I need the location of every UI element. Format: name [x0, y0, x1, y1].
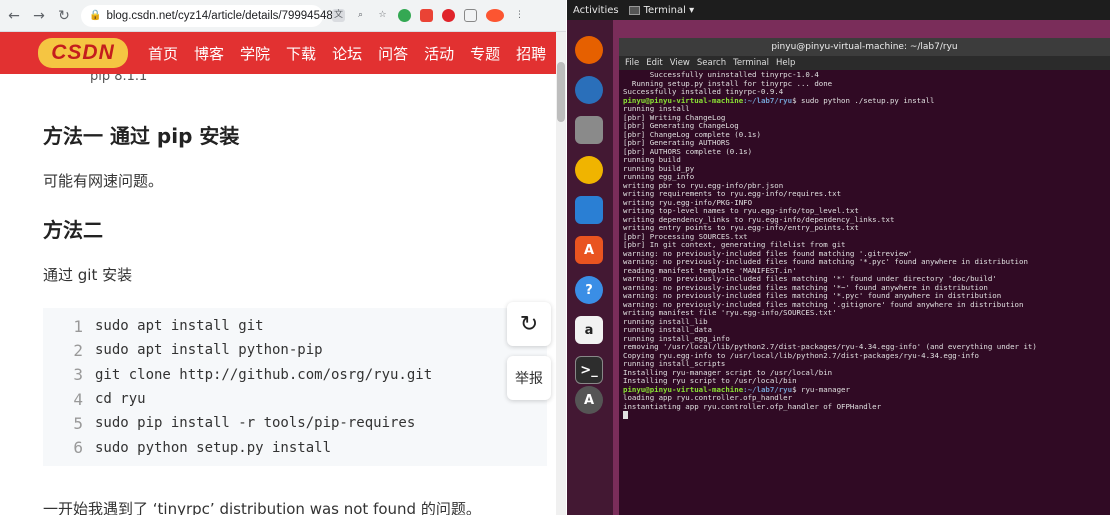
- report-button[interactable]: 举报: [507, 356, 551, 400]
- line-text: instantiating app ryu.controller.ofp_han…: [623, 401, 882, 411]
- thunderbird-icon[interactable]: [575, 76, 603, 104]
- terminal-icon[interactable]: >_: [575, 356, 603, 384]
- files-icon[interactable]: [575, 116, 603, 144]
- terminal-cursor: [623, 411, 628, 419]
- ubuntu-dock: A ? a >_ A: [567, 20, 613, 515]
- terminal-line: running build: [623, 155, 1107, 165]
- page-scrollbar[interactable]: [556, 32, 566, 515]
- line-number: 3: [73, 365, 83, 385]
- amazon-icon[interactable]: a: [575, 316, 603, 344]
- code-text: sudo apt install git: [95, 318, 264, 335]
- firefox-icon[interactable]: [575, 36, 603, 64]
- back-icon[interactable]: ←: [6, 8, 22, 24]
- line-number: 2: [73, 340, 83, 360]
- updater-icon[interactable]: A: [575, 386, 603, 414]
- ubuntu-desktop: Activities Terminal ▾ A ? a >_ A pinyu@p…: [567, 0, 1110, 515]
- refresh-float-button[interactable]: ↻: [507, 302, 551, 346]
- line-text: $ ryu-manager: [792, 384, 850, 394]
- code-text: sudo apt install python-pip: [95, 342, 323, 359]
- terminal-line: running build_py: [623, 164, 1107, 174]
- terminal-prompt-line: pinyu@pinyu-virtual-machine:~/lab7/ryu$ …: [623, 95, 1107, 106]
- app-menu-label: Terminal ▾: [643, 4, 695, 16]
- line-number: 1: [73, 316, 83, 336]
- nav-item[interactable]: 博客: [194, 43, 224, 64]
- menu-view[interactable]: View: [670, 58, 690, 68]
- code-line: 4 cd ryu: [43, 387, 547, 411]
- terminal-small-icon: [628, 5, 640, 15]
- code-text: sudo pip install -r tools/pip-requires: [95, 415, 416, 432]
- zoom-icon[interactable]: ⌕: [354, 9, 367, 22]
- translate-icon[interactable]: 文: [332, 9, 345, 22]
- nav-item[interactable]: 下载: [286, 43, 316, 64]
- line-text: $ sudo python ./setup.py install: [792, 95, 935, 105]
- heading-method-1: 方法一 通过 pip 安装: [43, 124, 240, 148]
- nav-item[interactable]: 学院: [240, 43, 270, 64]
- nav-item[interactable]: 专题: [470, 43, 500, 64]
- app-menu[interactable]: Terminal ▾: [628, 4, 695, 16]
- forward-icon[interactable]: →: [31, 8, 47, 24]
- menu-search[interactable]: Search: [697, 58, 726, 68]
- paragraph: 通过 git 安装: [43, 266, 133, 284]
- terminal-line: [pbr] AUTHORS complete (0.1s): [623, 147, 1107, 157]
- menu-file[interactable]: File: [625, 58, 639, 68]
- terminal-title: pinyu@pinyu-virtual-machine: ~/lab7/ryu: [619, 38, 1110, 56]
- extension-toolbar: 文 ⌕ ☆ ⋮: [332, 9, 526, 22]
- code-line: 2 sudo apt install python-pip: [43, 338, 547, 362]
- prompt-path: :~/lab7/ryu: [743, 95, 793, 105]
- more-menu-icon[interactable]: ⋮: [513, 9, 526, 22]
- extension-csdn-icon[interactable]: [486, 9, 504, 22]
- help-icon[interactable]: ?: [575, 276, 603, 304]
- terminal-line: instantiating app ryu.controller.ofp_han…: [623, 401, 1107, 412]
- csdn-header: CSDN 首页 博客 学院 下载 论坛 问答 活动 专题 招聘: [0, 32, 566, 74]
- reload-icon[interactable]: ↻: [56, 8, 72, 24]
- line-number: 6: [73, 438, 83, 458]
- writer-icon[interactable]: [575, 196, 603, 224]
- menu-edit[interactable]: Edit: [646, 58, 662, 68]
- extension-opera-icon[interactable]: [442, 9, 455, 22]
- code-line: 6 sudo python setup.py install: [43, 435, 547, 459]
- article-body: pip 8.1.1 方法一 通过 pip 安装 可能有网速问题。 方法二 通过 …: [0, 74, 556, 515]
- code-block: 1 sudo apt install git 2 sudo apt install …: [43, 308, 547, 466]
- paragraph: 可能有网速问题。: [43, 172, 164, 190]
- extension-red-icon[interactable]: [420, 9, 433, 22]
- line-number: 5: [73, 413, 83, 433]
- lock-icon: 🔒: [89, 10, 102, 21]
- bookmark-star-icon[interactable]: ☆: [376, 9, 389, 22]
- code-line: 1 sudo apt install git: [43, 314, 547, 338]
- url-text: blog.csdn.net/cyz14/article/details/7999…: [106, 9, 333, 22]
- terminal-menubar: File Edit View Search Terminal Help: [619, 56, 1110, 70]
- browser-window: ← → ↻ 🔒 blog.csdn.net/cyz14/article/deta…: [0, 0, 566, 515]
- address-bar-row: ← → ↻ 🔒 blog.csdn.net/cyz14/article/deta…: [0, 0, 566, 32]
- paragraph: 一开始我遇到了 ‘tinyrpc’ distribution was not f…: [43, 500, 481, 515]
- extension-drive-icon[interactable]: [464, 9, 477, 22]
- scrollbar-thumb[interactable]: [557, 62, 565, 122]
- code-text: sudo python setup.py install: [95, 439, 332, 456]
- url-field[interactable]: 🔒 blog.csdn.net/cyz14/article/details/79…: [81, 4, 333, 27]
- csdn-nav: 首页 博客 学院 下载 论坛 问答 活动 专题 招聘: [148, 43, 546, 64]
- heading-method-2: 方法二: [43, 218, 103, 242]
- terminal-window[interactable]: pinyu@pinyu-virtual-machine: ~/lab7/ryu …: [619, 38, 1110, 515]
- nav-item[interactable]: 问答: [378, 43, 408, 64]
- cursor-line: [623, 411, 1107, 420]
- code-text: cd ryu: [95, 391, 146, 408]
- nav-item[interactable]: 论坛: [332, 43, 362, 64]
- code-text: git clone http://github.com/osrg/ryu.git: [95, 366, 433, 383]
- software-icon[interactable]: A: [575, 236, 603, 264]
- nav-item[interactable]: 招聘: [516, 43, 546, 64]
- nav-item[interactable]: 活动: [424, 43, 454, 64]
- activities-button[interactable]: Activities: [573, 5, 619, 16]
- line-number: 4: [73, 389, 83, 409]
- gnome-top-bar: Activities Terminal ▾: [567, 0, 1110, 20]
- terminal-output[interactable]: Successfully uninstalled tinyrpc-1.0.4 R…: [623, 71, 1107, 511]
- nav-item[interactable]: 首页: [148, 43, 178, 64]
- rhythmbox-icon[interactable]: [575, 156, 603, 184]
- menu-terminal[interactable]: Terminal: [733, 58, 769, 68]
- csdn-logo[interactable]: CSDN: [38, 38, 128, 68]
- menu-help[interactable]: Help: [776, 58, 795, 68]
- extension-green-icon[interactable]: [398, 9, 411, 22]
- code-line: 5 sudo pip install -r tools/pip-requires: [43, 411, 547, 435]
- code-line: 3 git clone http://github.com/osrg/ryu.gi…: [43, 363, 547, 387]
- cut-off-line: pip 8.1.1: [90, 74, 148, 84]
- refresh-icon: ↻: [519, 311, 539, 337]
